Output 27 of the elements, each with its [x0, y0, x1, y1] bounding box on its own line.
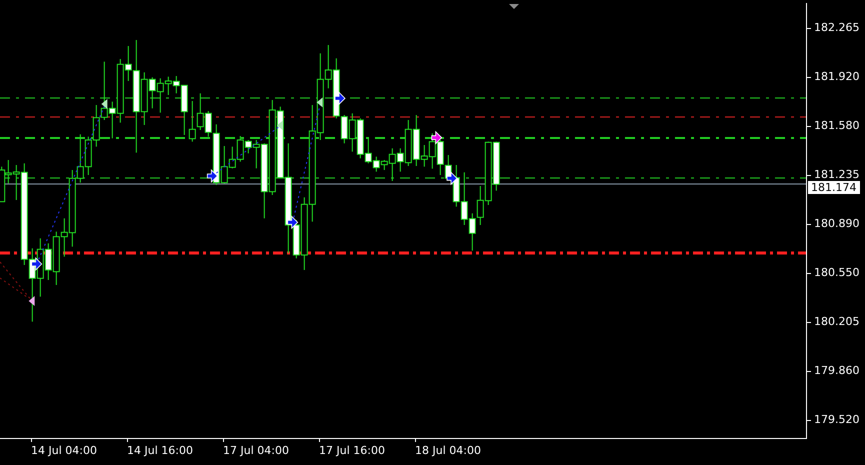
time-label: 17 Jul 04:00	[223, 444, 290, 458]
arrow-icon	[431, 130, 442, 145]
price-label: 179.860	[814, 364, 860, 378]
scroll-marker-icon	[509, 4, 519, 9]
price-label: 181.920	[814, 70, 860, 84]
triangle-icon	[28, 296, 35, 306]
time-label: 17 Jul 16:00	[319, 444, 386, 458]
arrow-icon	[31, 257, 42, 271]
dotted-line	[0, 262, 32, 302]
price-label: 182.265	[814, 21, 860, 35]
arrow-icon	[334, 91, 346, 106]
time-label: 14 Jul 04:00	[31, 444, 98, 458]
price-label: 181.235	[814, 168, 860, 182]
price-label: 181.580	[814, 119, 860, 133]
time-label: 14 Jul 16:00	[127, 444, 194, 458]
triangle-icon	[277, 120, 283, 130]
triangle-icon	[316, 97, 323, 108]
price-label: 180.550	[814, 266, 860, 280]
time-label: 18 Jul 04:00	[415, 444, 482, 458]
arrow-icon	[206, 169, 218, 183]
price-label: 179.520	[814, 413, 860, 427]
current-price-label: 181.174	[808, 181, 860, 194]
arrow-icon	[446, 171, 458, 186]
price-label: 180.890	[814, 217, 860, 231]
arrow-icon	[287, 215, 298, 230]
triangle-icon	[101, 99, 108, 109]
price-label: 180.205	[814, 315, 860, 329]
